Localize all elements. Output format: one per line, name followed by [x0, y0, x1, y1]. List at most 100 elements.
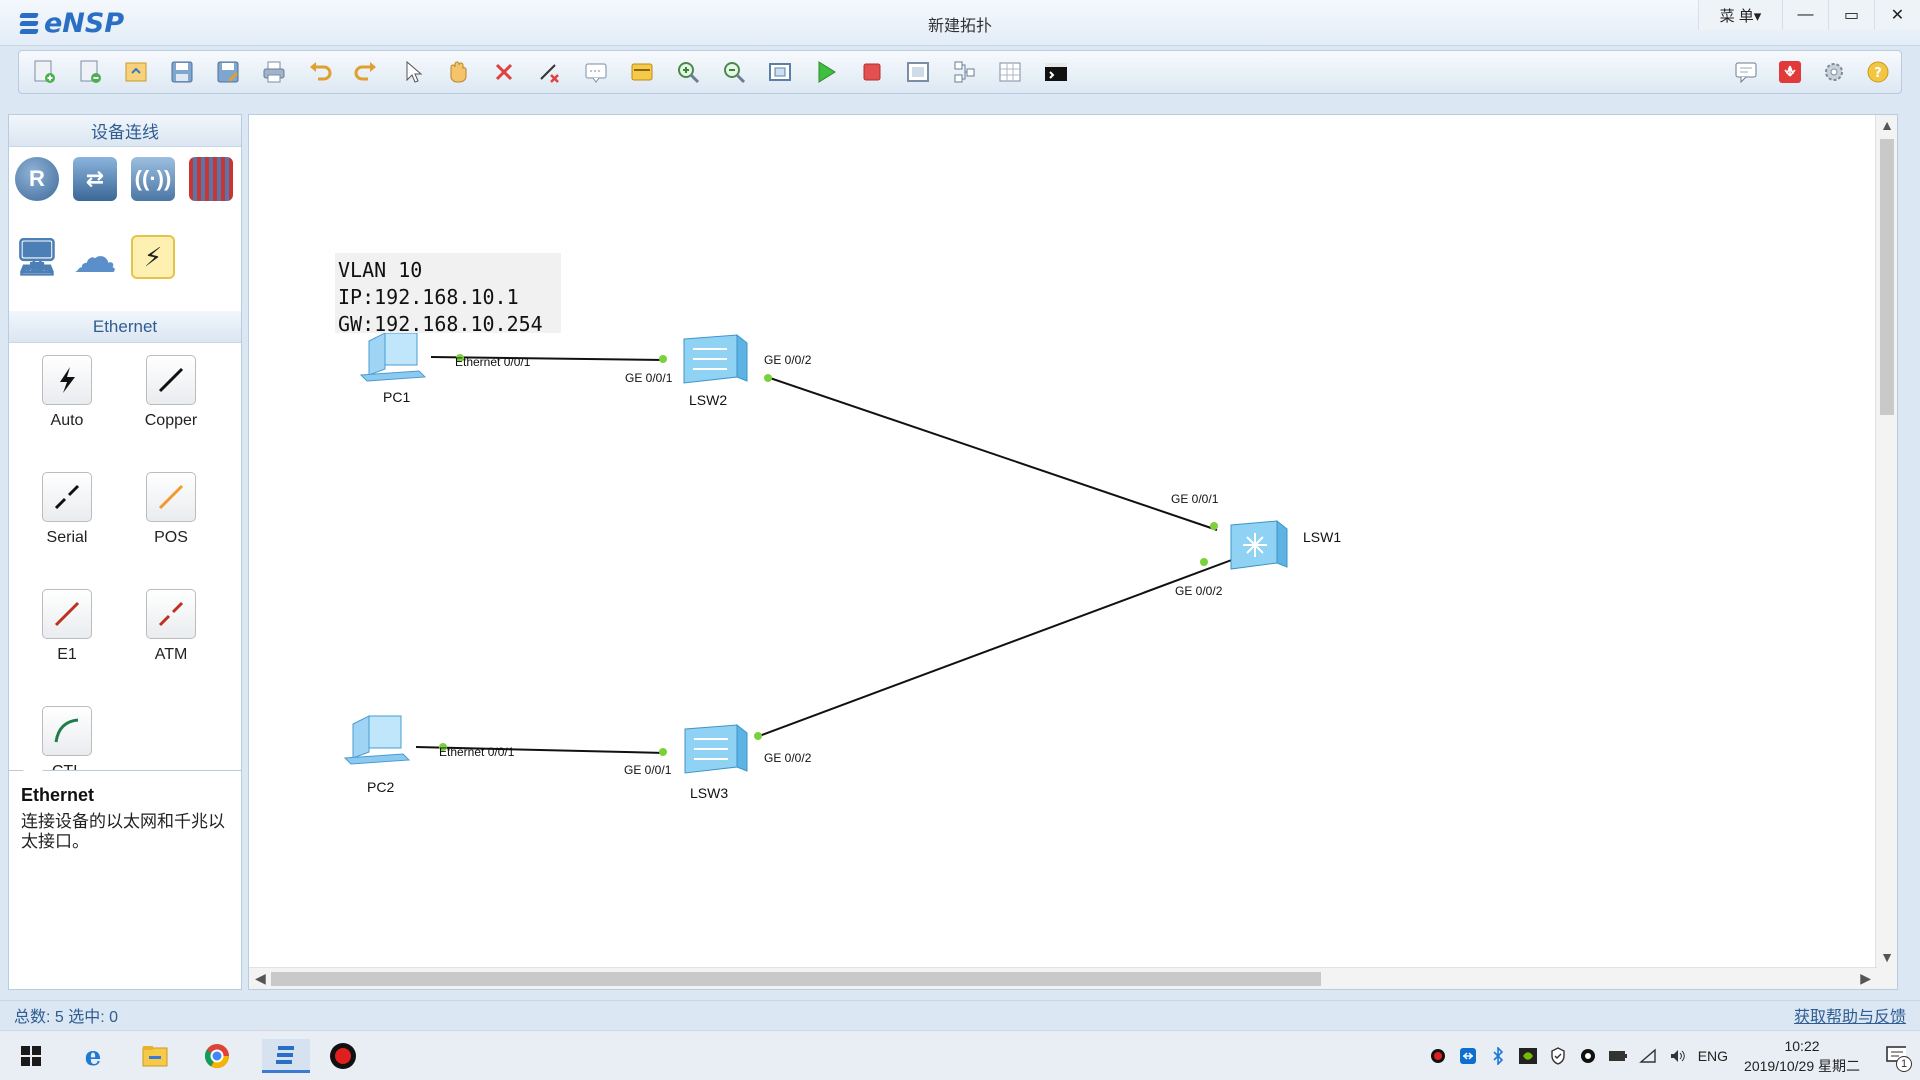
- cable-label: ATM: [154, 646, 188, 663]
- cable-serial[interactable]: Serial: [15, 472, 119, 579]
- topology-canvas[interactable]: VLAN 10 IP:192.168.10.1 GW:192.168.10.25…: [248, 114, 1898, 990]
- edge-browser-icon[interactable]: e: [76, 1039, 110, 1073]
- teamviewer-tray-icon[interactable]: [1458, 1046, 1478, 1066]
- battery-tray-icon[interactable]: [1608, 1046, 1628, 1066]
- horizontal-scroll-thumb[interactable]: [271, 972, 1321, 986]
- nvidia-tray-icon[interactable]: [1518, 1046, 1538, 1066]
- cable-category-icon[interactable]: ⚡: [131, 235, 175, 279]
- device-label-pc1: PC1: [383, 389, 411, 405]
- restore-button[interactable]: ▭: [1828, 0, 1874, 30]
- new-topology-icon[interactable]: [29, 57, 59, 87]
- feedback-icon[interactable]: [1731, 57, 1761, 87]
- pc1-device-icon[interactable]: [359, 332, 427, 382]
- lsw1-core-switch-icon[interactable]: [1230, 519, 1288, 570]
- volume-tray-icon[interactable]: [1668, 1046, 1688, 1066]
- main-menu-button[interactable]: 菜 单▾: [1698, 0, 1782, 30]
- router-category-icon[interactable]: R: [15, 157, 59, 201]
- zoom-out-icon[interactable]: [719, 57, 749, 87]
- delete-icon[interactable]: [489, 57, 519, 87]
- window-title: 新建拓扑: [927, 18, 992, 35]
- delete-links-icon[interactable]: [535, 57, 565, 87]
- notification-center-icon[interactable]: 1: [1886, 1046, 1912, 1072]
- print-icon[interactable]: [259, 57, 289, 87]
- palette-icon[interactable]: [627, 57, 657, 87]
- device-label-lsw3: LSW3: [690, 785, 729, 801]
- terminal-category-icon[interactable]: 🖥: [14, 235, 60, 279]
- pan-hand-icon[interactable]: [443, 57, 473, 87]
- chrome-icon[interactable]: [200, 1039, 234, 1073]
- ensp-taskbar-icon[interactable]: [262, 1039, 310, 1073]
- auto-cable-icon[interactable]: [42, 355, 92, 405]
- new-exam-icon[interactable]: [75, 57, 105, 87]
- serial-cable-icon[interactable]: [42, 472, 92, 522]
- app-tray-icon[interactable]: [1578, 1046, 1598, 1066]
- capture-icon[interactable]: [903, 57, 933, 87]
- stop-device-icon[interactable]: [857, 57, 887, 87]
- e1-cable-icon[interactable]: [42, 589, 92, 639]
- link-lsw3-lsw1[interactable]: [758, 557, 1238, 737]
- security-shield-tray-icon[interactable]: [1548, 1046, 1568, 1066]
- scroll-up-icon[interactable]: ▲: [1876, 117, 1897, 133]
- bluetooth-tray-icon[interactable]: [1488, 1046, 1508, 1066]
- windows-start-icon[interactable]: [14, 1039, 48, 1073]
- fit-view-icon[interactable]: [765, 57, 795, 87]
- pos-cable-icon[interactable]: [146, 472, 196, 522]
- clock-time: 10:22: [1784, 1038, 1820, 1054]
- cable-label: E1: [57, 646, 77, 663]
- scroll-left-icon[interactable]: ◀: [255, 970, 266, 987]
- console-icon[interactable]: [1041, 57, 1071, 87]
- description-title: Ethernet: [21, 785, 95, 805]
- start-device-icon[interactable]: [811, 57, 841, 87]
- device-category-grid: R ⇄ ((·)) 🖥 ☁ ⚡: [9, 147, 241, 311]
- svg-text:?: ?: [1874, 66, 1882, 81]
- huawei-icon[interactable]: [1775, 57, 1805, 87]
- wlan-category-icon[interactable]: ((·)): [131, 157, 175, 201]
- help-icon[interactable]: ?: [1863, 57, 1893, 87]
- recorder-icon[interactable]: [326, 1039, 360, 1073]
- record-tray-icon[interactable]: [1428, 1046, 1448, 1066]
- port-up-indicator: [659, 355, 667, 363]
- topology-icon[interactable]: [949, 57, 979, 87]
- scroll-down-icon[interactable]: ▼: [1876, 949, 1897, 965]
- settings-gear-icon[interactable]: [1819, 57, 1849, 87]
- lsw3-switch-icon[interactable]: [684, 723, 748, 774]
- cable-pos[interactable]: POS: [119, 472, 223, 579]
- zoom-in-icon[interactable]: [673, 57, 703, 87]
- vertical-scroll-thumb[interactable]: [1880, 139, 1894, 415]
- lsw2-switch-icon[interactable]: [683, 333, 748, 384]
- vertical-scrollbar[interactable]: ▲ ▼: [1875, 115, 1897, 989]
- cable-copper[interactable]: Copper: [119, 355, 223, 462]
- port-up-indicator: [1200, 558, 1208, 566]
- close-button[interactable]: ✕: [1874, 0, 1920, 30]
- cable-auto[interactable]: Auto: [15, 355, 119, 462]
- file-explorer-icon[interactable]: [138, 1039, 172, 1073]
- cloud-category-icon[interactable]: ☁: [73, 233, 117, 282]
- text-note-icon[interactable]: [581, 57, 611, 87]
- undo-icon[interactable]: [305, 57, 335, 87]
- clock[interactable]: 10:22 2019/10/29 星期二: [1744, 1036, 1860, 1076]
- save-icon[interactable]: [167, 57, 197, 87]
- ctl-cable-icon[interactable]: [42, 706, 92, 756]
- save-as-icon[interactable]: [213, 57, 243, 87]
- scroll-right-icon[interactable]: ▶: [1860, 970, 1871, 987]
- cable-label: Auto: [50, 412, 84, 429]
- firewall-category-icon[interactable]: [189, 157, 233, 201]
- minimize-button[interactable]: —: [1782, 0, 1828, 30]
- text-note[interactable]: VLAN 10 IP:192.168.10.1 GW:192.168.10.25…: [335, 253, 561, 336]
- atm-cable-icon[interactable]: [146, 589, 196, 639]
- grid-icon[interactable]: [995, 57, 1025, 87]
- clock-date: 2019/10/29 星期二: [1744, 1058, 1860, 1074]
- switch-category-icon[interactable]: ⇄: [73, 157, 117, 201]
- pc2-device-icon[interactable]: [343, 715, 411, 765]
- redo-icon[interactable]: [351, 57, 381, 87]
- input-language[interactable]: ENG: [1698, 1048, 1728, 1064]
- cable-e1[interactable]: E1: [15, 589, 119, 696]
- horizontal-scrollbar[interactable]: ◀ ▶: [249, 967, 1877, 989]
- link-lsw2-lsw1[interactable]: [766, 376, 1218, 531]
- wifi-tray-icon[interactable]: [1638, 1046, 1658, 1066]
- cable-atm[interactable]: ATM: [119, 589, 223, 696]
- copper-cable-icon[interactable]: [146, 355, 196, 405]
- help-feedback-link[interactable]: 获取帮助与反馈: [1794, 1003, 1906, 1027]
- open-icon[interactable]: [121, 57, 151, 87]
- select-pointer-icon[interactable]: [397, 57, 427, 87]
